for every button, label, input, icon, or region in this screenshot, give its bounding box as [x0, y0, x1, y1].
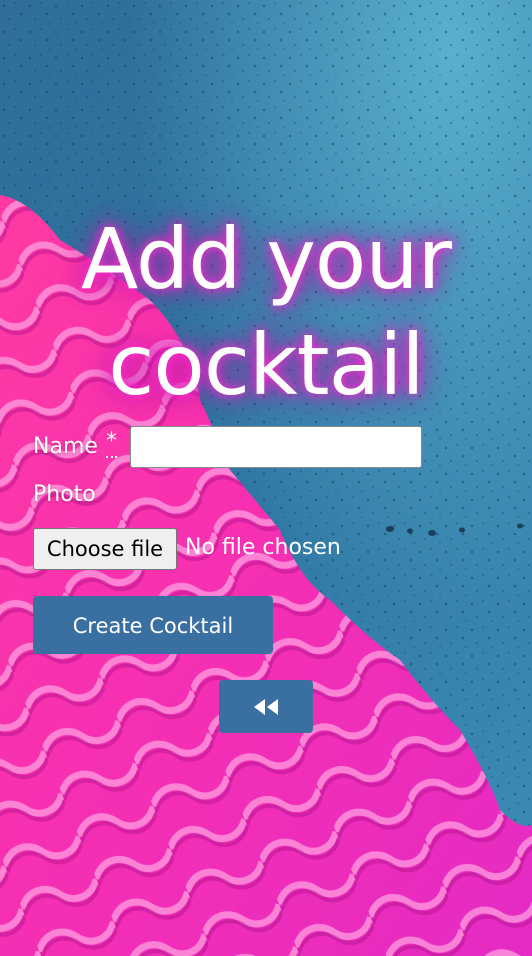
choose-file-button[interactable]: Choose file	[33, 528, 177, 570]
page-title: Add your cocktail	[80, 210, 452, 414]
back-button[interactable]	[219, 680, 313, 733]
rewind-icon	[254, 698, 278, 715]
file-status: No file chosen	[185, 535, 341, 560]
page-content: Add your cocktail Name * Photo Choose fi…	[0, 0, 532, 956]
create-cocktail-button[interactable]: Create Cocktail	[33, 596, 273, 654]
photo-label: Photo	[33, 482, 96, 507]
required-indicator: *	[106, 431, 117, 458]
name-label: Name	[33, 434, 98, 459]
name-input[interactable]	[130, 426, 422, 468]
